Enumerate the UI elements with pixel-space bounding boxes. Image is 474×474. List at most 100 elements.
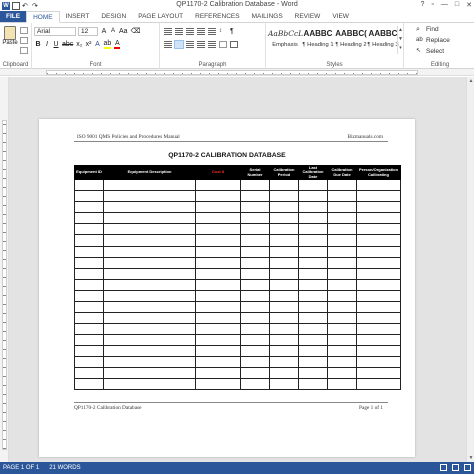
table-cell[interactable] [327, 201, 357, 214]
table-cell[interactable] [327, 267, 357, 280]
font-size-select[interactable]: 12 [78, 27, 98, 36]
table-cell[interactable] [74, 190, 104, 203]
table-cell[interactable] [298, 212, 328, 225]
table-cell[interactable] [74, 367, 104, 380]
table-cell[interactable] [356, 245, 401, 258]
table-cell[interactable] [103, 179, 196, 192]
table-cell[interactable] [74, 256, 104, 269]
tab-references[interactable]: REFERENCES [189, 11, 245, 22]
table-cell[interactable] [298, 378, 328, 391]
table-cell[interactable] [327, 333, 357, 346]
italic-icon[interactable]: I [44, 41, 50, 48]
cut-icon[interactable] [20, 27, 28, 34]
table-cell[interactable] [269, 289, 299, 302]
table-cell[interactable] [195, 234, 241, 247]
table-cell[interactable] [298, 234, 328, 247]
table-cell[interactable] [240, 289, 270, 302]
underline-icon[interactable]: U [53, 41, 59, 48]
table-cell[interactable] [74, 201, 104, 214]
table-cell[interactable] [195, 245, 241, 258]
subscript-icon[interactable]: x₂ [76, 41, 82, 48]
table-cell[interactable] [240, 245, 270, 258]
format-painter-icon[interactable] [20, 47, 28, 54]
table-cell[interactable] [269, 311, 299, 324]
table-cell[interactable] [74, 355, 104, 369]
table-cell[interactable] [74, 212, 104, 225]
table-cell[interactable] [103, 311, 196, 324]
bold-icon[interactable]: B [35, 41, 41, 48]
numbering-icon[interactable] [175, 28, 183, 35]
change-case-icon[interactable]: Aa [119, 28, 128, 35]
table-cell[interactable] [269, 234, 299, 247]
table-cell[interactable] [327, 278, 357, 291]
table-cell[interactable] [103, 289, 196, 302]
print-layout-icon[interactable] [452, 464, 459, 471]
align-center-icon[interactable] [174, 40, 184, 49]
table-cell[interactable] [195, 223, 241, 236]
borders-icon[interactable] [230, 41, 238, 48]
table-cell[interactable] [298, 311, 328, 324]
highlight-icon[interactable]: ab [103, 40, 112, 49]
text-effects-icon[interactable]: A [95, 41, 101, 48]
tab-view[interactable]: VIEW [326, 11, 355, 22]
table-cell[interactable] [103, 245, 196, 258]
table-cell[interactable] [356, 234, 401, 247]
table-cell[interactable] [74, 378, 104, 391]
table-cell[interactable] [74, 344, 104, 357]
table-cell[interactable] [103, 300, 196, 313]
table-cell[interactable] [240, 223, 270, 236]
maximize-icon[interactable]: □ [455, 1, 459, 9]
table-cell[interactable] [356, 344, 401, 357]
table-cell[interactable] [269, 267, 299, 280]
table-cell[interactable] [327, 212, 357, 225]
table-cell[interactable] [327, 190, 357, 203]
style-heading-3[interactable]: AABBC ¶ Heading 3 [366, 26, 400, 54]
replace-button[interactable]: ab Replace [416, 37, 450, 44]
style-heading-2[interactable]: AABBC( ¶ Heading 2 [334, 26, 368, 54]
align-right-icon[interactable] [186, 41, 194, 48]
bullets-icon[interactable] [164, 28, 172, 35]
table-cell[interactable] [74, 311, 104, 324]
tab-review[interactable]: REVIEW [289, 11, 327, 22]
table-cell[interactable] [74, 322, 104, 335]
table-cell[interactable] [269, 223, 299, 236]
table-cell[interactable] [103, 212, 196, 225]
shading-icon[interactable] [219, 41, 227, 48]
table-cell[interactable] [103, 278, 196, 291]
close-icon[interactable]: ✕ [466, 1, 472, 9]
table-cell[interactable] [298, 367, 328, 380]
tab-file[interactable]: FILE [0, 11, 27, 22]
table-cell[interactable] [195, 355, 241, 369]
sort-icon[interactable]: ↕ [219, 28, 227, 35]
table-cell[interactable] [356, 223, 401, 236]
table-cell[interactable] [269, 333, 299, 346]
table-cell[interactable] [103, 223, 196, 236]
increase-indent-icon[interactable] [208, 28, 216, 35]
table-cell[interactable] [240, 201, 270, 214]
table-cell[interactable] [269, 212, 299, 225]
table-cell[interactable] [356, 322, 401, 335]
table-cell[interactable] [327, 245, 357, 258]
table-cell[interactable] [240, 267, 270, 280]
table-cell[interactable] [240, 367, 270, 380]
table-cell[interactable] [327, 300, 357, 313]
table-cell[interactable] [327, 234, 357, 247]
table-cell[interactable] [240, 333, 270, 346]
table-cell[interactable] [195, 322, 241, 335]
table-cell[interactable] [74, 300, 104, 313]
table-cell[interactable] [356, 355, 401, 369]
table-cell[interactable] [195, 278, 241, 291]
table-cell[interactable] [269, 201, 299, 214]
table-cell[interactable] [195, 267, 241, 280]
document-page[interactable]: ISO 9001 QMS Policies and Procedures Man… [39, 119, 415, 457]
table-cell[interactable] [195, 256, 241, 269]
table-cell[interactable] [327, 367, 357, 380]
table-cell[interactable] [74, 245, 104, 258]
font-color-icon[interactable]: A [114, 40, 121, 49]
web-layout-icon[interactable] [464, 464, 471, 471]
table-cell[interactable] [356, 289, 401, 302]
table-cell[interactable] [269, 322, 299, 335]
grow-font-icon[interactable]: A [101, 28, 107, 35]
table-cell[interactable] [74, 179, 104, 192]
table-cell[interactable] [103, 367, 196, 380]
